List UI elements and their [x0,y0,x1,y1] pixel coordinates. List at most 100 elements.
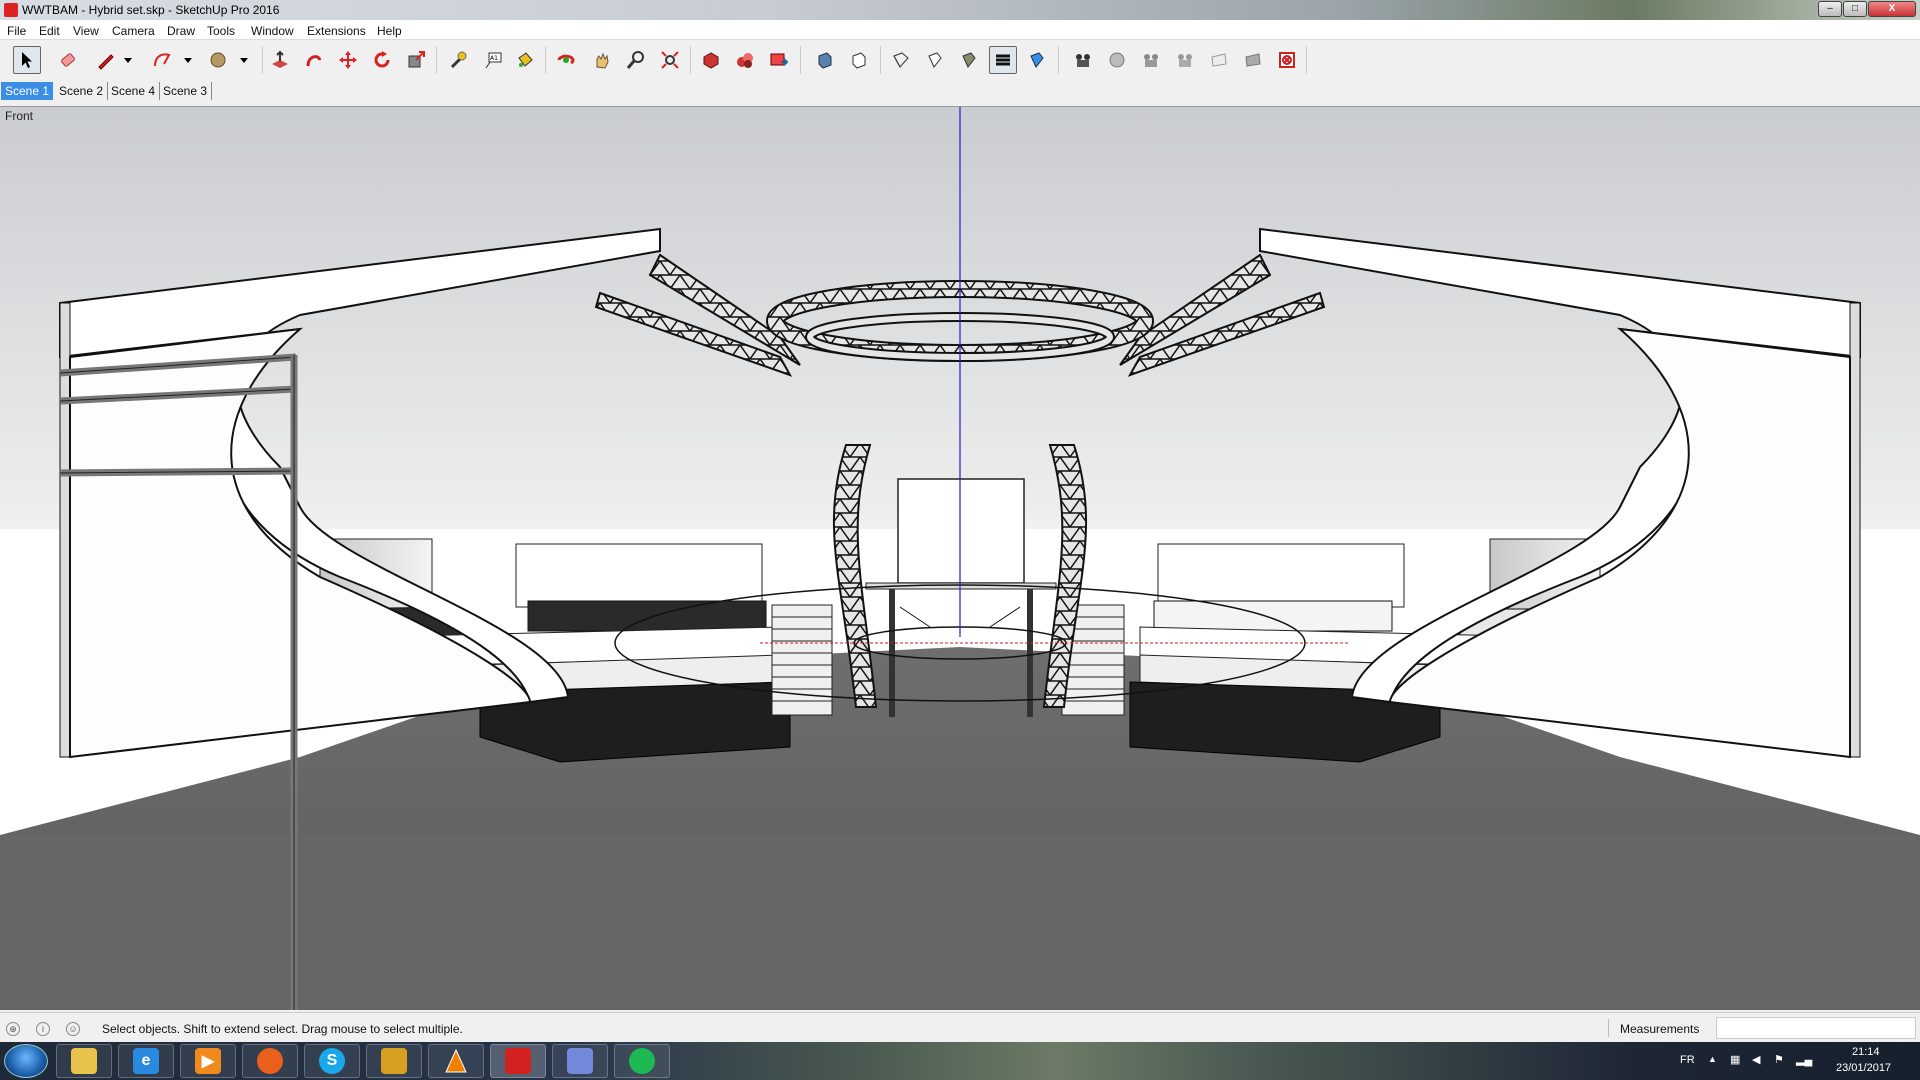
dropdown-arrow-icon[interactable] [180,46,196,74]
sandbox-icon[interactable] [1239,46,1267,74]
toolbar-separator [262,46,263,74]
taskbar-skype[interactable]: S [304,1044,360,1078]
taskbar-vlc[interactable] [428,1044,484,1078]
close-button[interactable]: X [1868,1,1916,17]
tab-scene-2[interactable]: Scene 2 [55,82,109,100]
pencil-line-icon[interactable] [92,46,120,74]
status-message: Select objects. Shift to extend select. … [102,1022,463,1036]
view-label: Front [5,109,34,123]
scene-tabs: Scene 1 Scene 2 Scene 4 Scene 3 [0,82,1920,104]
shaded-textures-style-icon[interactable] [955,46,983,74]
display-section-planes-icon[interactable] [1171,46,1199,74]
taskbar-game-app[interactable] [366,1044,422,1078]
3d-warehouse-icon[interactable] [697,46,725,74]
hidden-line-style-icon[interactable] [887,46,915,74]
menu-draw[interactable]: Draw [167,24,195,38]
dropdown-arrow-icon[interactable] [236,46,252,74]
menu-edit[interactable]: Edit [39,24,60,38]
status-bar: ⊕ i ☺ Select objects. Shift to extend se… [0,1012,1920,1042]
menu-view[interactable]: View [73,24,99,38]
firefox-icon [257,1048,283,1074]
shaded-style-icon[interactable] [921,46,949,74]
toolbar-separator [800,46,801,74]
send-to-layout-icon[interactable] [765,46,793,74]
move-icon[interactable] [334,46,362,74]
center-video-screen [897,478,1025,584]
modeling-viewport[interactable]: Front [0,106,1920,1010]
section-plane-icon[interactable] [1137,46,1165,74]
extension-warehouse-icon[interactable] [731,46,759,74]
menu-window[interactable]: Window [251,24,294,38]
main-toolbar: A1 [0,40,1920,80]
text-label-icon[interactable]: A1 [479,46,507,74]
clock-time[interactable]: 21:14 [1852,1046,1880,1058]
toolbar-separator [880,46,881,74]
tab-scene-1[interactable]: Scene 1 [1,82,54,100]
maximize-button[interactable]: □ [1843,1,1867,17]
push-pull-icon[interactable] [266,46,294,74]
scale-icon[interactable] [402,46,430,74]
network-status-icon[interactable]: ▦ [1730,1053,1740,1066]
taskbar-sketchup[interactable] [490,1044,546,1078]
freehand-arc-icon[interactable] [148,46,176,74]
signal-strength-icon[interactable]: ▂▄ [1796,1053,1812,1066]
wireframe-style-icon[interactable] [845,46,873,74]
menu-camera[interactable]: Camera [112,24,155,38]
tab-scene-4[interactable]: Scene 4 [107,82,161,100]
walk-icon[interactable] [1103,46,1131,74]
taskbar-firefox[interactable] [242,1044,298,1078]
circle-shape-icon[interactable] [204,46,232,74]
svg-text:A1: A1 [490,55,498,62]
zoom-extents-icon[interactable] [656,46,684,74]
tape-measure-icon[interactable] [444,46,472,74]
measurements-label: Measurements [1620,1022,1700,1036]
tab-scene-3[interactable]: Scene 3 [159,82,213,100]
follow-me-icon[interactable] [300,46,328,74]
measurements-input[interactable] [1716,1017,1916,1039]
studio-set-model [0,107,1920,1010]
toolbar-separator [436,46,437,74]
volume-icon[interactable]: ◀ [1752,1053,1760,1066]
geo-location-icon[interactable]: ⊕ [6,1022,20,1036]
toolbar-separator [1058,46,1059,74]
monochrome-style-icon[interactable] [989,46,1017,74]
clock-date[interactable]: 23/01/2017 [1836,1062,1891,1074]
toolbar-separator [1306,46,1307,74]
xray-style-icon[interactable] [811,46,839,74]
media-player-icon: ▶ [195,1048,221,1074]
skype-icon: S [319,1048,345,1074]
paint-bucket-icon[interactable] [511,46,539,74]
eraser-icon[interactable] [54,46,82,74]
taskbar-discord[interactable] [552,1044,608,1078]
user-account-icon[interactable]: ☺ [66,1022,80,1036]
pan-hand-icon[interactable] [588,46,616,74]
menu-extensions[interactable]: Extensions [307,24,366,38]
orbit-icon[interactable] [552,46,580,74]
input-language[interactable]: FR [1680,1054,1695,1066]
dropdown-arrow-icon[interactable] [120,46,136,74]
sketchup-icon [505,1048,531,1074]
windows-taskbar: e ▶ S FR ▲ ▦ ◀ ⚑ ▂▄ 21:14 23/01/2017 [0,1042,1920,1080]
taskbar-internet-explorer[interactable]: e [118,1044,174,1078]
taskbar-spotify[interactable] [614,1044,670,1078]
menu-file[interactable]: File [7,24,26,38]
discord-icon [567,1048,593,1074]
display-section-cuts-icon[interactable] [1205,46,1233,74]
section-fill-icon[interactable] [1273,46,1301,74]
position-camera-icon[interactable] [1023,46,1051,74]
menu-bar: File Edit View Camera Draw Tools Window … [0,20,1920,40]
select-arrow-icon[interactable] [13,46,41,74]
tray-expand-icon[interactable]: ▲ [1708,1054,1717,1064]
minimize-button[interactable]: – [1818,1,1842,17]
look-around-icon[interactable] [1069,46,1097,74]
taskbar-file-explorer[interactable] [56,1044,112,1078]
credits-icon[interactable]: i [36,1022,50,1036]
rotate-icon[interactable] [368,46,396,74]
taskbar-media-player[interactable]: ▶ [180,1044,236,1078]
start-button[interactable] [4,1044,48,1078]
zoom-icon[interactable] [622,46,650,74]
internet-explorer-icon: e [133,1048,159,1074]
menu-help[interactable]: Help [377,24,402,38]
menu-tools[interactable]: Tools [207,24,235,38]
action-center-flag-icon[interactable]: ⚑ [1774,1053,1784,1066]
